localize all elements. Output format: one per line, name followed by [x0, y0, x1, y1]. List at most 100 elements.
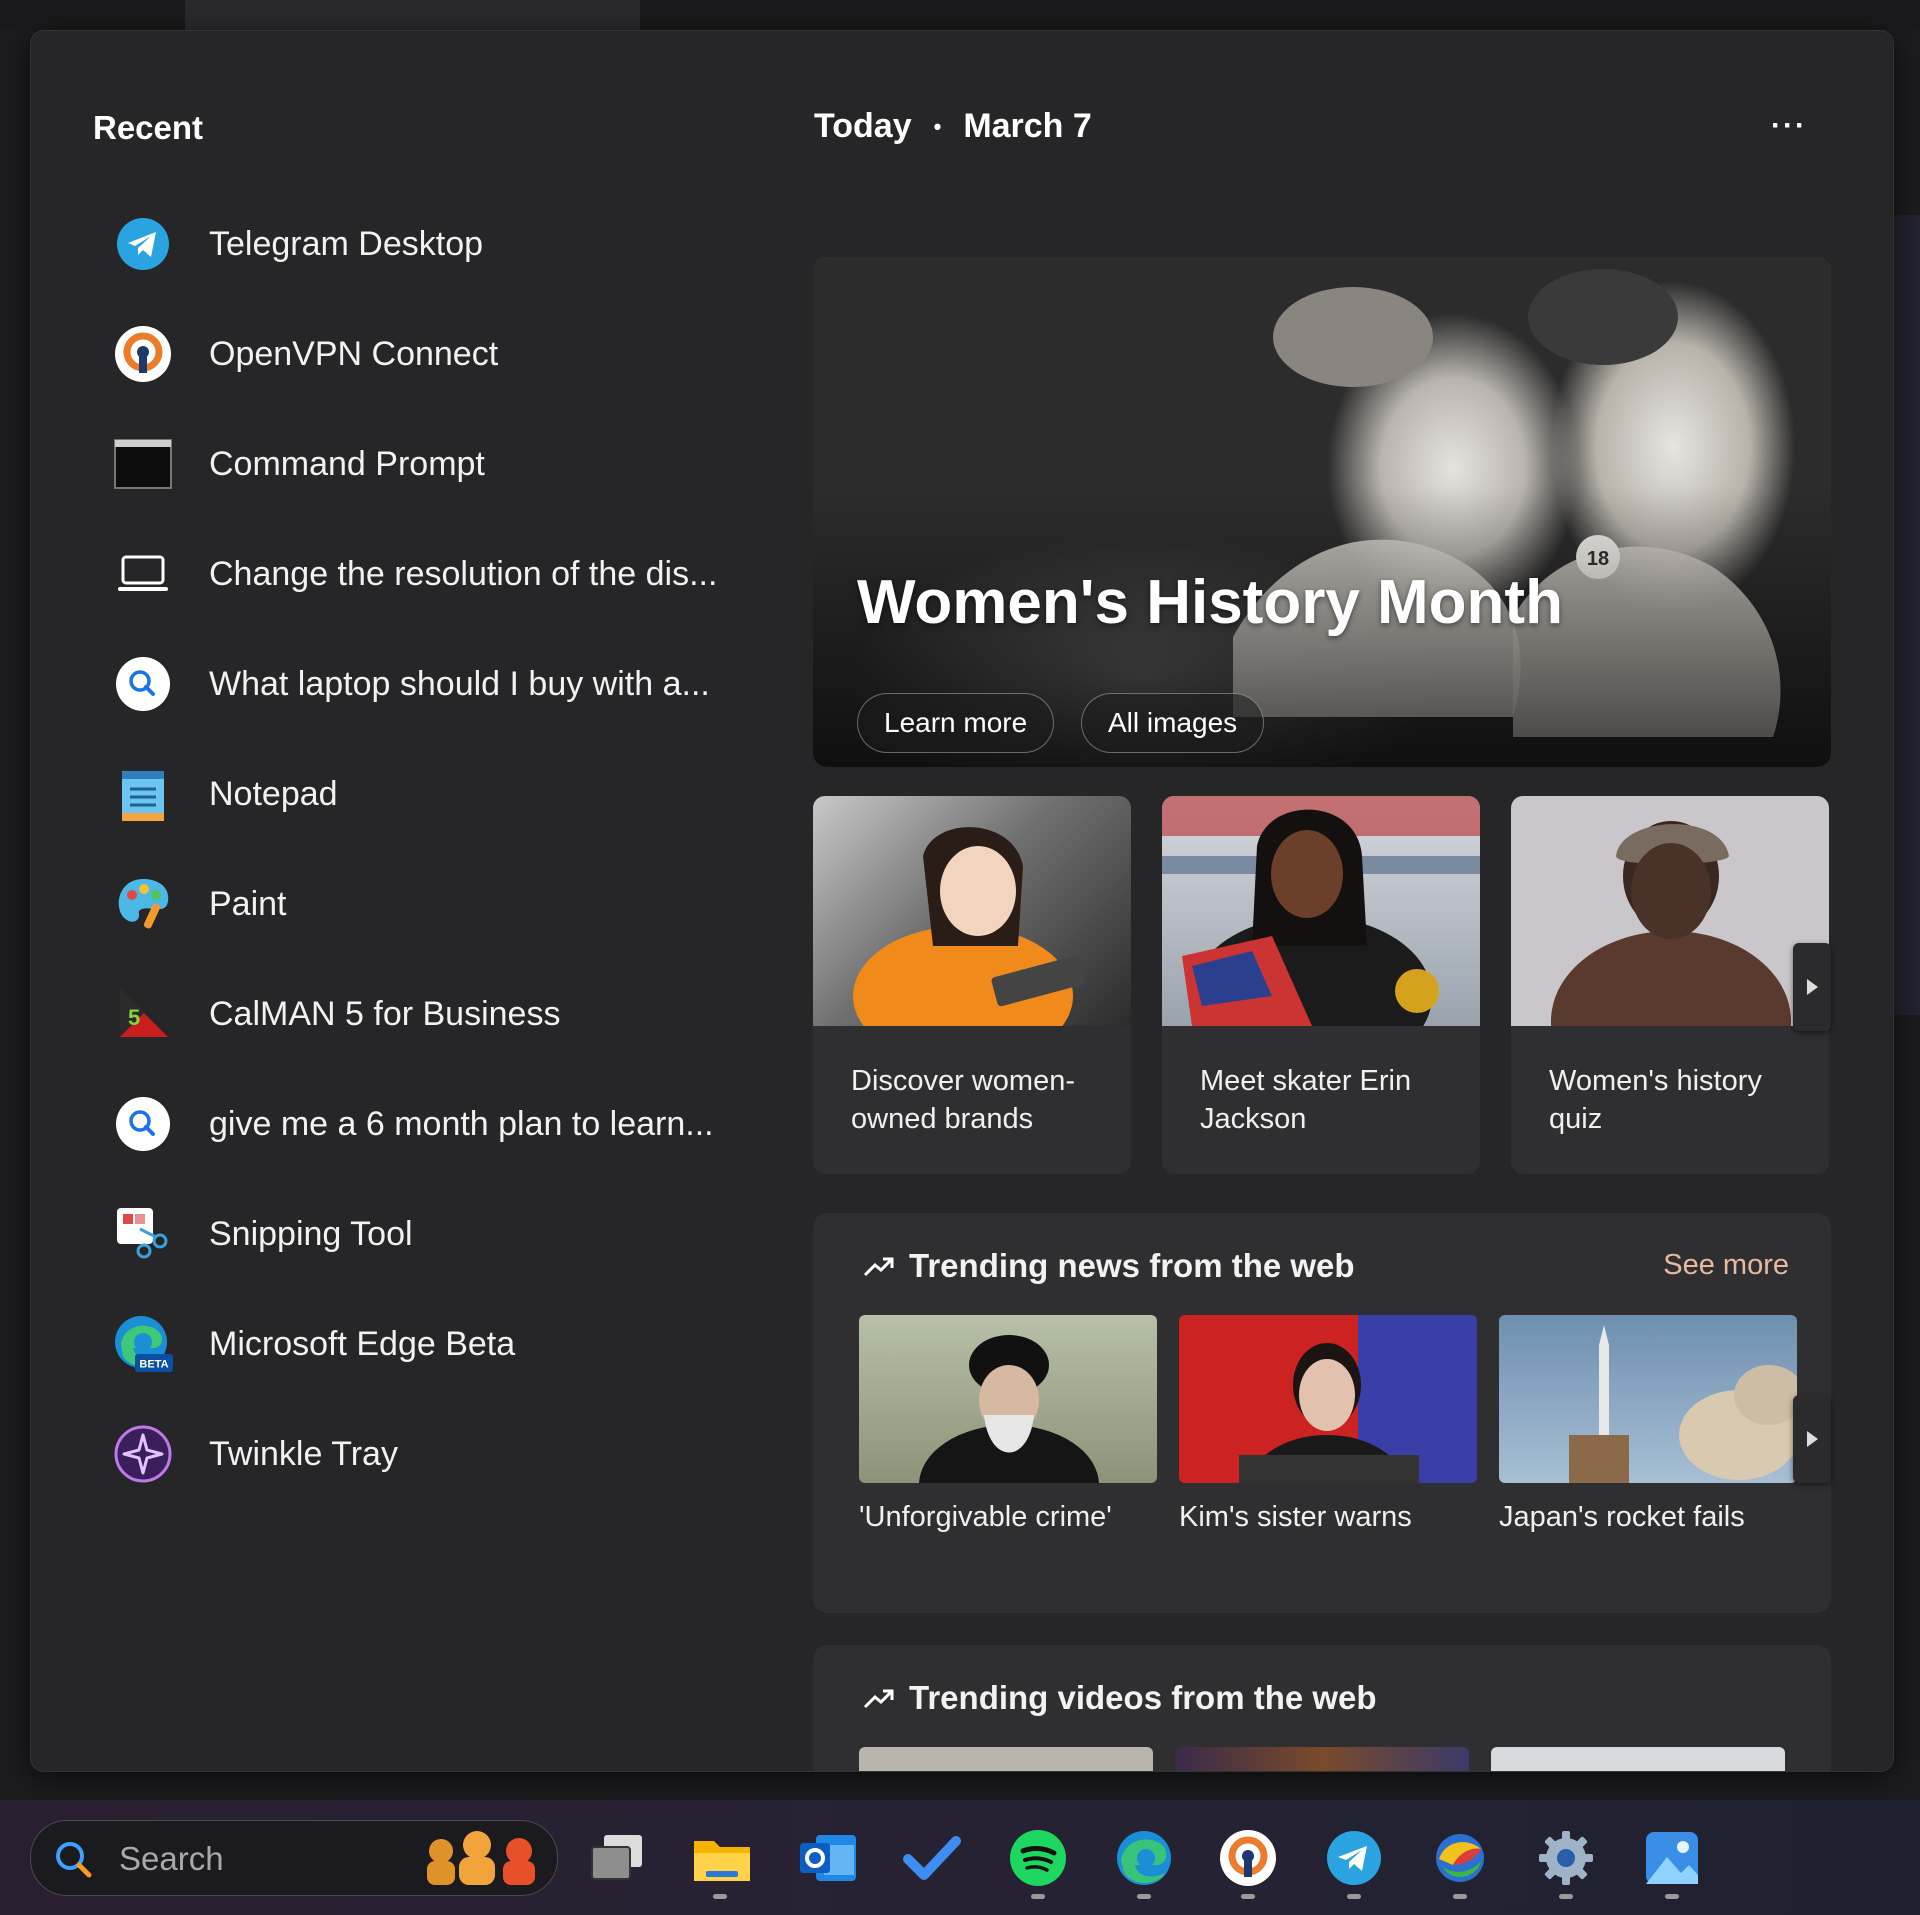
search-input[interactable]: [117, 1835, 421, 1883]
recent-item-web-search-plan[interactable]: give me a 6 month plan to learn...: [113, 1079, 753, 1169]
recent-item-calman[interactable]: 5 CalMAN 5 for Business: [113, 969, 753, 1059]
recent-item-telegram[interactable]: Telegram Desktop: [113, 199, 753, 289]
search-icon: [113, 1094, 173, 1154]
trending-videos-title: Trending videos from the web: [909, 1679, 1377, 1716]
chevron-right-icon: [1807, 1431, 1818, 1447]
recent-item-display-settings[interactable]: Change the resolution of the dis...: [113, 529, 753, 619]
running-indicator: [713, 1894, 727, 1899]
news-image: [859, 1315, 1157, 1483]
recent-heading: Recent: [93, 109, 204, 146]
news-photo-detail: [1569, 1325, 1797, 1483]
taskbar-search-box[interactable]: [30, 1820, 558, 1896]
widgets-panel: Recent Telegram Desktop OpenVPN Connect …: [30, 30, 1894, 1772]
recent-item-label: Change the resolution of the dis...: [209, 554, 718, 593]
news-image: [1499, 1315, 1797, 1483]
running-indicator: [1031, 1894, 1045, 1899]
card-image: [813, 796, 1131, 1066]
recent-item-label: Paint: [209, 884, 287, 923]
news-photo-detail: [919, 1335, 1099, 1483]
card-caption: Discover women-owned brands: [851, 1065, 1075, 1135]
more-options-button[interactable]: ···: [1771, 109, 1807, 143]
trending-videos-section: Trending videos from the web: [813, 1645, 1831, 1771]
command-prompt-icon: [113, 434, 173, 494]
story-card-brands[interactable]: Discover women-owned brands: [813, 796, 1131, 1174]
settings-icon[interactable]: [1534, 1826, 1598, 1890]
svg-text:5: 5: [128, 1005, 140, 1030]
task-view-icon[interactable]: [586, 1826, 650, 1890]
card-caption: Meet skater Erin Jackson: [1200, 1065, 1412, 1135]
recent-item-openvpn[interactable]: OpenVPN Connect: [113, 309, 753, 399]
news-next-button[interactable]: [1793, 1395, 1831, 1483]
news-image: [1179, 1315, 1477, 1483]
edge-icon[interactable]: [1112, 1826, 1176, 1890]
recent-item-paint[interactable]: Paint: [113, 859, 753, 949]
file-explorer-icon[interactable]: [690, 1826, 754, 1890]
running-indicator: [1347, 1894, 1361, 1899]
outlook-icon[interactable]: [796, 1826, 860, 1890]
recent-item-command-prompt[interactable]: Command Prompt: [113, 419, 753, 509]
see-more-link[interactable]: See more: [1663, 1249, 1789, 1282]
recent-item-label: give me a 6 month plan to learn...: [209, 1104, 714, 1143]
card-image: [1162, 796, 1480, 1076]
news-item[interactable]: 'Unforgivable crime': [859, 1315, 1157, 1534]
openvpn-icon: [113, 324, 173, 384]
today-label: Today: [814, 107, 912, 145]
card-caption: Women's history quiz: [1549, 1065, 1762, 1135]
trending-news-section: Trending news from the web See more 'Unf…: [813, 1213, 1831, 1613]
news-item[interactable]: Japan's rocket fails: [1499, 1315, 1797, 1534]
today-separator: •: [933, 113, 942, 139]
running-indicator: [1559, 1894, 1573, 1899]
news-photo-detail: [1239, 1343, 1419, 1483]
recent-item-label: CalMAN 5 for Business: [209, 994, 561, 1033]
recent-item-web-search-laptop[interactable]: What laptop should I buy with a...: [113, 639, 753, 729]
hero-title: Women's History Month: [857, 568, 1563, 637]
spotify-icon[interactable]: [1006, 1826, 1070, 1890]
paint-palette-icon: [113, 874, 173, 934]
video-thumbnail[interactable]: [1175, 1747, 1469, 1771]
recent-item-notepad[interactable]: Notepad: [113, 749, 753, 839]
card-photo-detail: [1551, 821, 1791, 1111]
recent-item-snipping-tool[interactable]: Snipping Tool: [113, 1189, 753, 1279]
video-thumbnail[interactable]: [859, 1747, 1153, 1771]
laptop-display-icon: [113, 544, 173, 604]
search-icon: [113, 654, 173, 714]
recent-item-label: Notepad: [209, 774, 338, 813]
all-images-button[interactable]: All images: [1081, 693, 1265, 753]
card-photo-detail: [1162, 796, 1480, 1076]
running-indicator: [1665, 1894, 1679, 1899]
learn-more-button[interactable]: Learn more: [857, 693, 1055, 753]
telegram-icon[interactable]: [1322, 1826, 1386, 1890]
recent-item-edge-beta[interactable]: BETA Microsoft Edge Beta: [113, 1299, 753, 1389]
edge-beta-icon: BETA: [113, 1314, 173, 1374]
running-indicator: [1137, 1894, 1151, 1899]
news-caption: Kim's sister warns: [1179, 1501, 1412, 1533]
photos-icon[interactable]: [1640, 1826, 1704, 1890]
recent-item-label: Snipping Tool: [209, 1214, 413, 1253]
card-image: [1511, 796, 1829, 1111]
trending-news-title: Trending news from the web: [909, 1247, 1355, 1284]
search-highlight-people-icon: [427, 1831, 535, 1885]
calman-icon: 5: [113, 984, 173, 1044]
background-window-edge: [1890, 215, 1920, 1015]
trending-videos-heading: Trending videos from the web: [863, 1679, 1377, 1717]
taskbar: [0, 1800, 1920, 1915]
stories-next-button[interactable]: [1793, 943, 1831, 1031]
hero-card[interactable]: 18 Women's History Month Learn more All …: [813, 257, 1831, 767]
story-card-history-quiz[interactable]: Women's history quiz: [1511, 796, 1829, 1174]
story-card-erin-jackson[interactable]: Meet skater Erin Jackson: [1162, 796, 1480, 1174]
running-indicator: [1241, 1894, 1255, 1899]
background-window-tab: [185, 0, 640, 30]
recent-item-label: Telegram Desktop: [209, 224, 484, 263]
trending-news-heading: Trending news from the web: [863, 1247, 1355, 1285]
colorful-globe-icon[interactable]: [1428, 1826, 1492, 1890]
recent-item-twinkle-tray[interactable]: Twinkle Tray: [113, 1409, 753, 1499]
twinkle-tray-icon: [113, 1424, 173, 1484]
chevron-right-icon: [1807, 979, 1818, 995]
recent-item-label: OpenVPN Connect: [209, 334, 499, 373]
search-icon: [56, 1842, 92, 1878]
openvpn-icon[interactable]: [1216, 1826, 1280, 1890]
video-thumbnail[interactable]: [1491, 1747, 1785, 1771]
news-caption: Japan's rocket fails: [1499, 1501, 1745, 1533]
news-item[interactable]: Kim's sister warns: [1179, 1315, 1477, 1534]
todo-icon[interactable]: [900, 1826, 964, 1890]
